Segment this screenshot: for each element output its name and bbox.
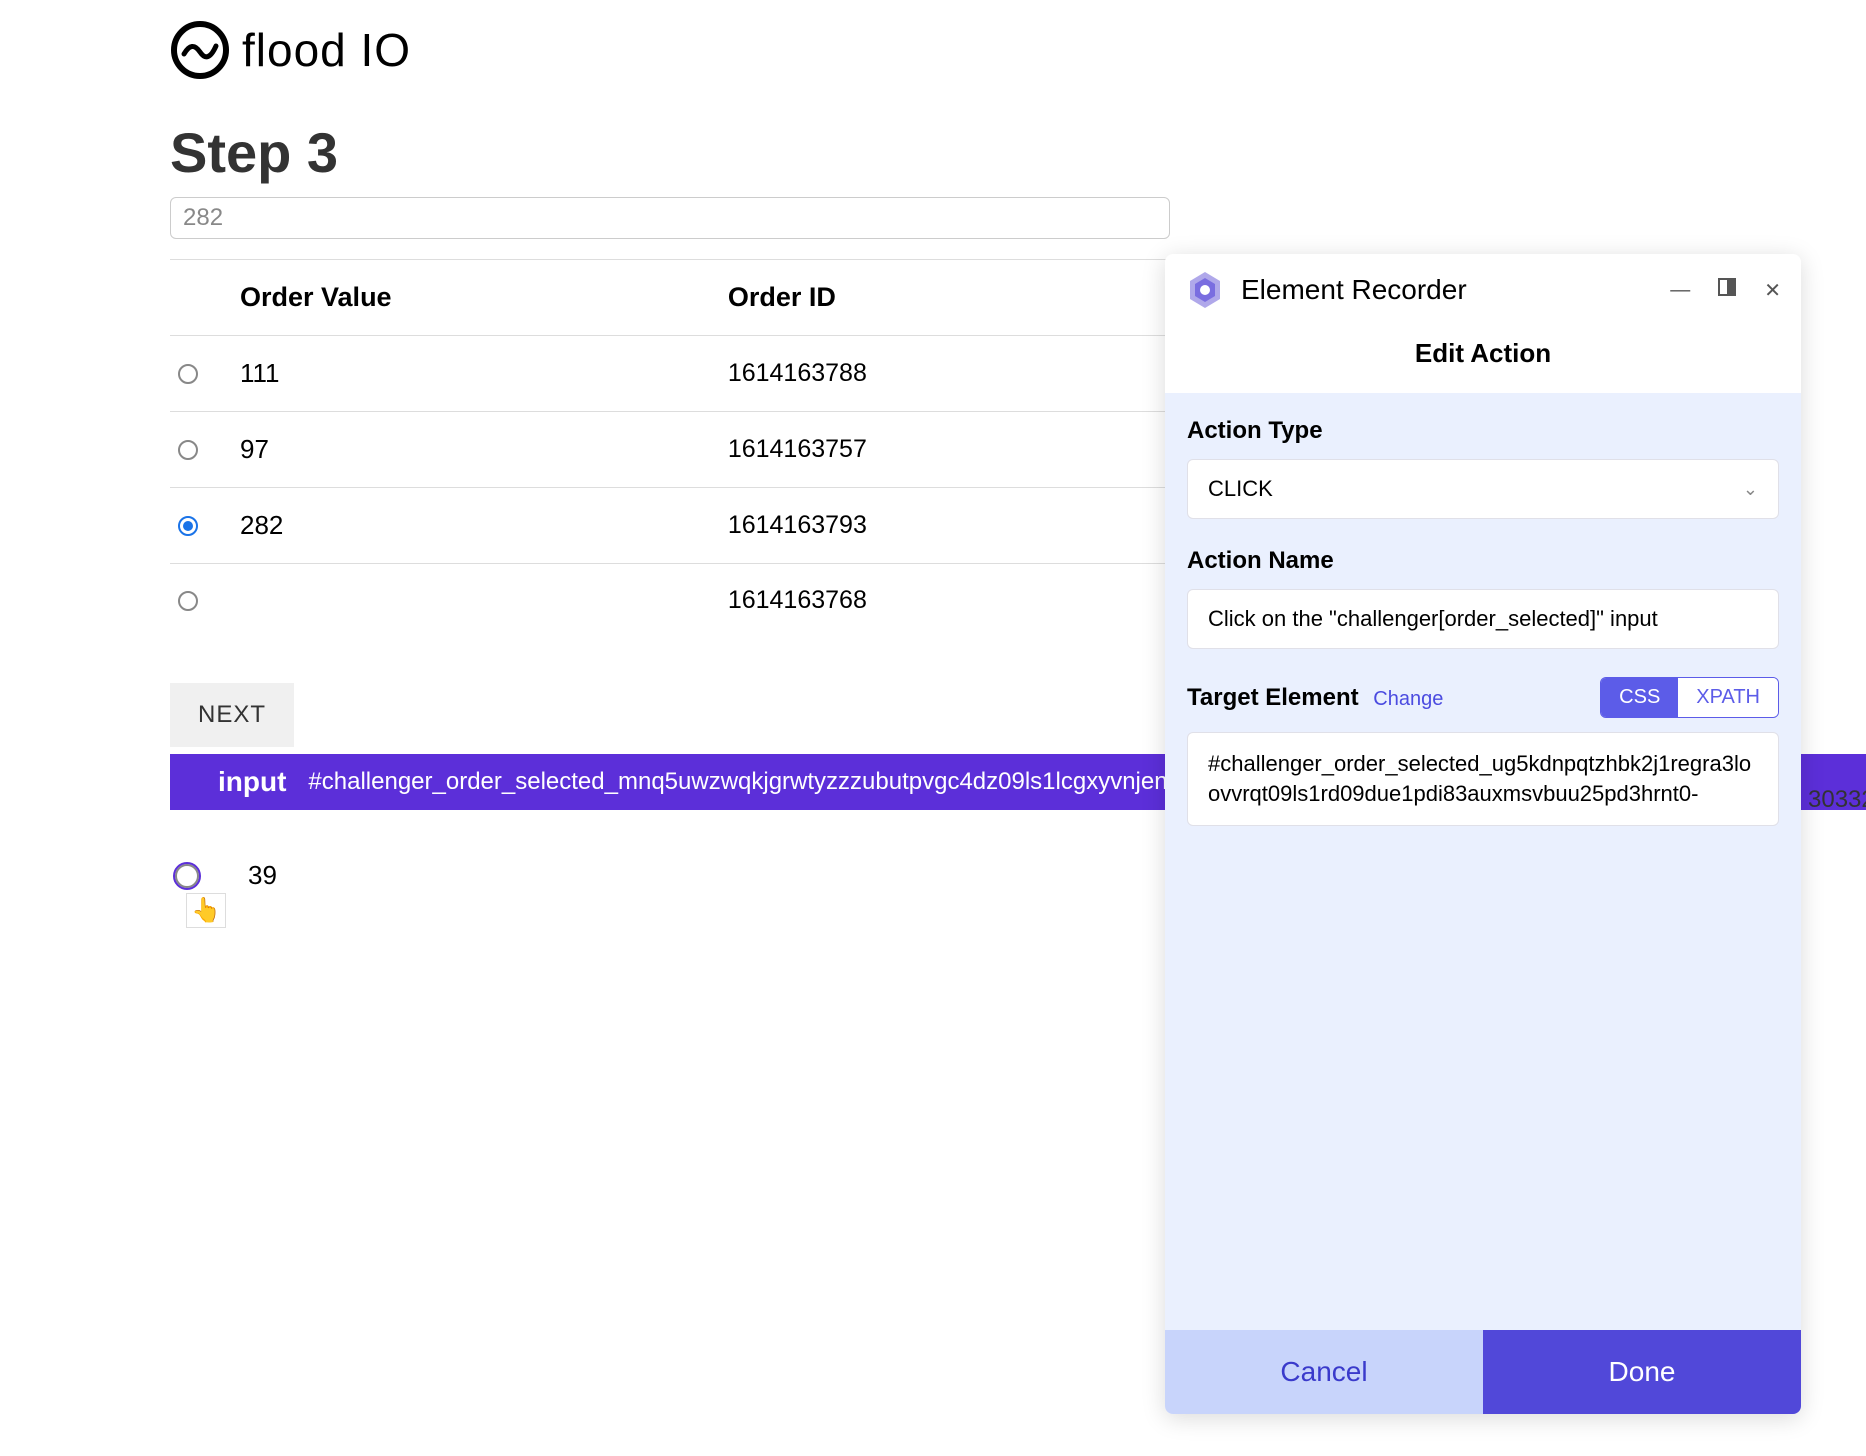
- action-name-input[interactable]: [1187, 589, 1779, 649]
- css-toggle-button[interactable]: CSS: [1601, 678, 1678, 717]
- order-radio[interactable]: [178, 591, 198, 611]
- maximize-icon[interactable]: [1718, 278, 1736, 302]
- order-id-cell: 1614163768: [718, 564, 1170, 638]
- order-value-cell: 39: [248, 860, 277, 891]
- table-header-order-id: Order ID: [718, 260, 1170, 336]
- target-selector-textarea[interactable]: [1187, 732, 1779, 826]
- action-type-label: Action Type: [1187, 417, 1779, 445]
- panel-title: Element Recorder: [1241, 274, 1654, 306]
- table-row: 97 1614163757: [170, 412, 1170, 488]
- element-recorder-panel: Element Recorder — ✕ Edit Action Action …: [1165, 254, 1801, 1414]
- pointer-cursor-icon: 👆: [186, 893, 226, 928]
- panel-subtitle: Edit Action: [1165, 326, 1801, 393]
- order-value-cell: [230, 564, 718, 638]
- table-header-order-value: Order Value: [230, 260, 718, 336]
- action-name-label: Action Name: [1187, 547, 1779, 575]
- logo: flood IO: [170, 20, 1816, 80]
- chevron-down-icon: ⌄: [1743, 479, 1758, 500]
- table-row: 111 1614163788: [170, 336, 1170, 412]
- cancel-button[interactable]: Cancel: [1165, 1330, 1483, 1414]
- logo-text: flood IO: [242, 23, 411, 77]
- order-radio[interactable]: [178, 440, 198, 460]
- order-value-cell: 97: [230, 412, 718, 488]
- panel-footer: Cancel Done: [1165, 1330, 1801, 1414]
- close-icon[interactable]: ✕: [1764, 278, 1781, 303]
- order-radio-hover[interactable]: [175, 864, 199, 888]
- order-value-cell: 111: [230, 336, 718, 412]
- order-value-input[interactable]: [170, 197, 1170, 239]
- highlight-selector: #challenger_order_selected_mnq5uwzwqkjgr…: [308, 768, 1181, 796]
- order-value-cell: 282: [230, 488, 718, 564]
- order-id-cell: 1614163793: [718, 488, 1170, 564]
- panel-body: Action Type CLICK ⌄ Action Name Target E…: [1165, 393, 1801, 1330]
- order-id-cell: 1614163757: [718, 412, 1170, 488]
- panel-header: Element Recorder — ✕: [1165, 254, 1801, 326]
- action-type-value: CLICK: [1208, 476, 1273, 502]
- table-row: 282 1614163793: [170, 488, 1170, 564]
- order-id-cell: 1614163788: [718, 336, 1170, 412]
- element-recorder-logo-icon: [1185, 270, 1225, 310]
- orders-table: Order Value Order ID 111 1614163788 97 1…: [170, 259, 1170, 637]
- order-radio[interactable]: [178, 364, 198, 384]
- action-type-select[interactable]: CLICK ⌄: [1187, 459, 1779, 519]
- table-header-radio: [170, 260, 230, 336]
- table-row: 1614163768: [170, 564, 1170, 638]
- minimize-icon[interactable]: —: [1670, 279, 1690, 302]
- page-title: Step 3: [170, 120, 1816, 185]
- highlight-tag: input: [218, 766, 286, 798]
- partial-id-text: 30332: [1808, 786, 1866, 814]
- order-radio[interactable]: [178, 516, 198, 536]
- flood-logo-icon: [170, 20, 230, 80]
- xpath-toggle-button[interactable]: XPATH: [1678, 678, 1778, 717]
- next-button[interactable]: NEXT: [170, 683, 294, 747]
- done-button[interactable]: Done: [1483, 1330, 1801, 1414]
- change-target-link[interactable]: Change: [1373, 688, 1443, 710]
- target-element-label: Target Element Change: [1187, 684, 1443, 712]
- selector-type-toggle: CSS XPATH: [1600, 677, 1779, 718]
